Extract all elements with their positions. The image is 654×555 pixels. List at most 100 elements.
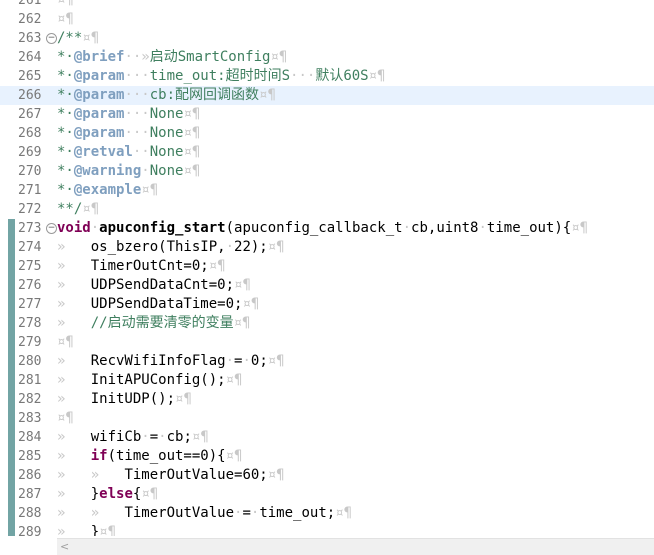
line-number: 271 (18, 183, 42, 198)
whitespace-marker: · (225, 353, 235, 369)
whitespace-marker: · (225, 239, 235, 255)
code-text[interactable]: » UDPSendDataCnt=0;¤¶ (57, 276, 251, 295)
line-number: 287 (18, 487, 42, 502)
line-number: 273 (18, 221, 42, 236)
code-line[interactable]: 262 ¤¶ (0, 10, 654, 29)
whitespace-marker: ¤¶ (57, 410, 74, 426)
code-text[interactable]: ¤¶ (57, 409, 74, 428)
gutter-spacer (8, 200, 15, 219)
whitespace-marker: ¤¶ (57, 11, 74, 27)
code-line[interactable]: 281 » InitAPUConfig();¤¶ (0, 371, 654, 390)
code-text[interactable]: **/¤¶ (57, 200, 99, 219)
code-line[interactable]: 286 » » TimerOutValue=60;¤¶ (0, 466, 654, 485)
code-text[interactable]: *·@param···None¤¶ (57, 105, 200, 124)
change-marker (8, 352, 15, 371)
code-line[interactable]: 268 *·@param···None¤¶ (0, 124, 654, 143)
code-line[interactable]: 263−/**¤¶ (0, 29, 654, 48)
code-line[interactable]: 283 ¤¶ (0, 409, 654, 428)
code-line[interactable]: 285 » if(time_out==0){¤¶ (0, 447, 654, 466)
code-line[interactable]: 279 ¤¶ (0, 333, 654, 352)
fold-collapse-icon[interactable]: − (46, 33, 57, 44)
code-line[interactable]: 270 *·@warning·None¤¶ (0, 162, 654, 181)
code-text[interactable]: » //启动需要清零的变量¤¶ (57, 314, 250, 333)
code-line[interactable]: 287 » }else{¤¶ (0, 485, 654, 504)
code-line[interactable]: 284» wifiCb·=·cb;¤¶ (0, 428, 654, 447)
line-number: 262 (18, 12, 42, 27)
code-line[interactable]: 267 *·@param···None¤¶ (0, 105, 654, 124)
code-token: *· (57, 49, 74, 65)
fold-collapse-icon[interactable]: − (46, 223, 57, 234)
code-line[interactable]: 266 *·@param···cb:配网回调函数¤¶ (0, 86, 654, 105)
whitespace-marker: · (141, 163, 150, 179)
code-text[interactable]: *·@brief··»启动SmartConfig¤¶ (57, 48, 287, 67)
code-text[interactable]: *·@param···time_out:超时时间S···默认60S¤¶ (57, 67, 385, 86)
scroll-left-icon[interactable]: < (60, 540, 69, 553)
code-text[interactable]: » os_bzero(ThisIP,·22);¤¶ (57, 238, 285, 257)
code-line[interactable]: 269 *·@retval··None¤¶ (0, 143, 654, 162)
code-token: *· (57, 68, 74, 84)
code-line[interactable]: 261 ¤¶ (0, 0, 654, 10)
code-line[interactable]: 277 » UDPSendDataTime=0;¤¶ (0, 295, 654, 314)
code-text[interactable]: *·@retval··None¤¶ (57, 143, 200, 162)
code-text[interactable]: » InitUDP();¤¶ (57, 390, 192, 409)
whitespace-marker: ¤¶ (183, 106, 201, 122)
code-token: time_out){ (486, 220, 572, 236)
whitespace-marker: · (402, 220, 412, 236)
code-text[interactable]: void·apuconfig_start(apuconfig_callback_… (57, 219, 588, 238)
code-text[interactable]: *·@param···None¤¶ (57, 124, 200, 143)
code-line[interactable]: 271 *·@example¤¶ (0, 181, 654, 200)
line-number: 266 (18, 88, 42, 103)
code-token: **/ (57, 201, 83, 217)
code-text[interactable]: » InitAPUConfig();¤¶ (57, 371, 242, 390)
code-line[interactable]: 288 » » TimerOutValue·=·time_out;¤¶ (0, 504, 654, 523)
gutter-spacer (8, 124, 15, 143)
code-editor[interactable]: 261 ¤¶ 262 ¤¶ 263−/**¤¶ 264 *·@brief··»启动Smart… (0, 0, 654, 536)
code-text[interactable]: » }else{¤¶ (57, 485, 158, 504)
code-line[interactable]: 274 » os_bzero(ThisIP,·22);¤¶ (0, 238, 654, 257)
code-token: } (90, 486, 100, 502)
code-line[interactable]: 276 » UDPSendDataCnt=0;¤¶ (0, 276, 654, 295)
change-marker (8, 390, 15, 409)
code-text[interactable]: » }¤¶ (57, 523, 116, 536)
code-text[interactable]: » TimerOutCnt=0;¤¶ (57, 257, 226, 276)
code-line[interactable]: 278 » //启动需要清零的变量¤¶ (0, 314, 654, 333)
change-marker (8, 333, 15, 352)
change-marker (8, 238, 15, 257)
code-text[interactable]: » if(time_out==0){¤¶ (57, 447, 242, 466)
horizontal-scrollbar[interactable]: < (57, 538, 654, 555)
code-line[interactable]: 265 *·@param···time_out:超时时间S···默认60S¤¶ (0, 67, 654, 86)
code-text[interactable]: /**¤¶ (57, 29, 99, 48)
code-token: cb,uint8 (411, 220, 479, 236)
code-text[interactable]: ¤¶ (57, 333, 74, 352)
code-token: None (149, 125, 184, 141)
whitespace-marker: ¤¶ (57, 0, 74, 8)
code-text[interactable]: *·@warning·None¤¶ (57, 162, 200, 181)
code-text[interactable]: » » TimerOutValue·=·time_out;¤¶ (57, 504, 352, 523)
code-token: 0; (250, 353, 268, 369)
code-text[interactable]: » » TimerOutValue=60;¤¶ (57, 466, 285, 485)
code-text[interactable]: ¤¶ (57, 0, 74, 10)
code-text[interactable]: *·@example¤¶ (57, 181, 158, 200)
line-number: 279 (18, 335, 42, 350)
code-text[interactable]: *·@param···cb:配网回调函数¤¶ (57, 86, 276, 105)
code-token: = (242, 505, 251, 521)
code-line[interactable]: 264 *·@brief··»启动SmartConfig¤¶ (0, 48, 654, 67)
code-line[interactable]: 273− void·apuconfig_start(apuconfig_callb… (0, 219, 654, 238)
code-text[interactable]: » RecvWifiInfoFlag·=·0;¤¶ (57, 352, 285, 371)
code-line[interactable]: 275 » TimerOutCnt=0;¤¶ (0, 257, 654, 276)
code-line[interactable]: 280 » RecvWifiInfoFlag·=·0;¤¶ (0, 352, 654, 371)
code-text[interactable]: » wifiCb·=·cb;¤¶ (57, 428, 209, 447)
line-number: 281 (18, 373, 42, 388)
code-token: time_out; (259, 505, 336, 521)
gutter-spacer (8, 0, 15, 10)
code-line[interactable]: 272 **/¤¶ (0, 200, 654, 219)
code-token: @brief (73, 49, 125, 65)
code-text[interactable]: ¤¶ (57, 10, 74, 29)
code-text[interactable]: » UDPSendDataTime=0;¤¶ (57, 295, 259, 314)
code-line[interactable]: 289 » }¤¶ (0, 523, 654, 536)
whitespace-marker: » (57, 448, 91, 464)
whitespace-marker: ¤¶ (208, 258, 226, 274)
whitespace-marker: » (57, 239, 91, 255)
code-line[interactable]: 282 » InitUDP();¤¶ (0, 390, 654, 409)
code-token: 启动SmartConfig (149, 49, 271, 65)
